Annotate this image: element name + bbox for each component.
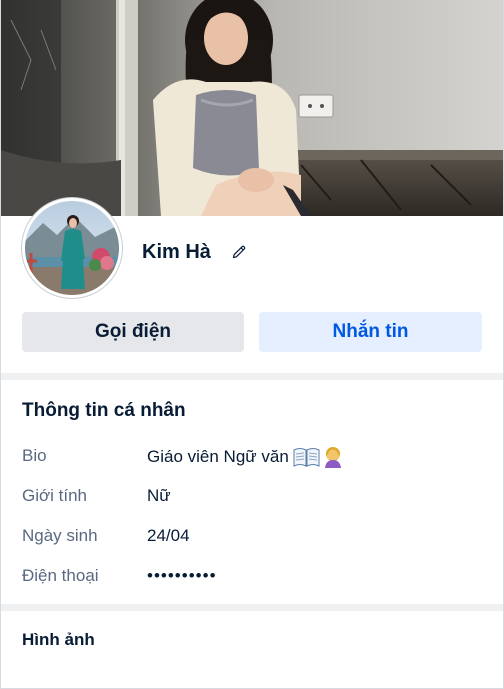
birthday-label: Ngày sinh — [22, 526, 98, 545]
avatar[interactable] — [22, 198, 122, 298]
open-book-emoji — [293, 446, 320, 468]
bio-text: Giáo viên Ngữ văn — [147, 447, 289, 466]
message-button[interactable]: Nhắn tin — [259, 312, 482, 352]
profile-name: Kim Hà — [142, 241, 211, 263]
section-divider — [1, 373, 503, 380]
call-button[interactable]: Gọi điện — [22, 312, 244, 352]
bio-value: Giáo viên Ngữ văn — [147, 446, 343, 468]
profile-panel: Kim Hà Gọi điện Nhắn tin Thông tin cá nh… — [0, 0, 504, 689]
personal-info-title: Thông tin cá nhân — [22, 400, 186, 421]
gender-label: Giới tính — [22, 486, 88, 505]
section-divider — [1, 604, 503, 611]
gender-value: Nữ — [147, 486, 171, 505]
bio-label: Bio — [22, 446, 47, 465]
person-emoji — [323, 446, 343, 468]
pencil-icon[interactable] — [229, 242, 249, 262]
birthday-value: 24/04 — [147, 526, 190, 545]
cover-photo[interactable] — [1, 0, 503, 216]
photos-title: Hình ảnh — [22, 630, 95, 649]
phone-value: •••••••••• — [147, 566, 217, 585]
phone-label: Điện thoại — [22, 566, 99, 585]
